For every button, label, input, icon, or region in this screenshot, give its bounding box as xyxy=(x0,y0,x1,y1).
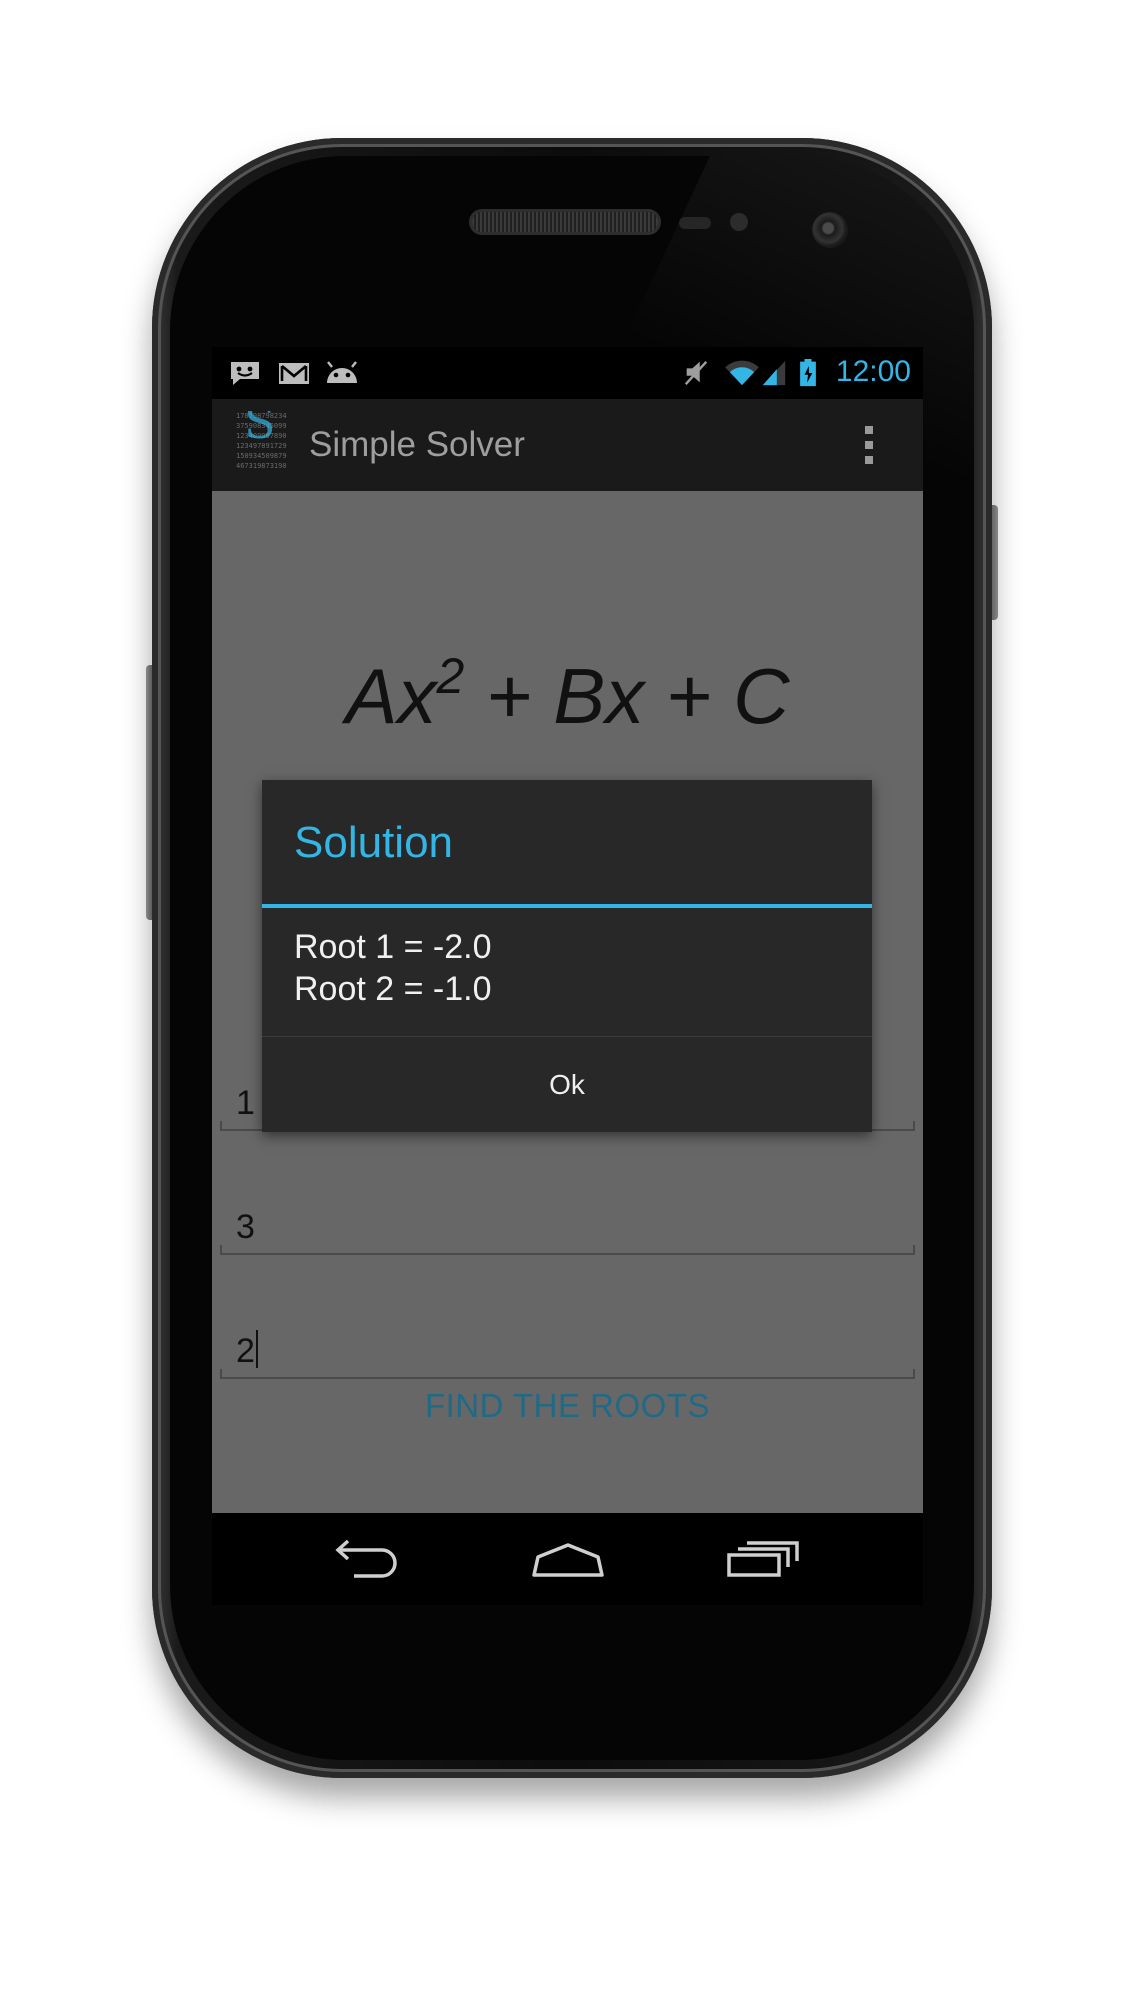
coefficient-a-value: 1 xyxy=(236,1084,255,1122)
text-cursor xyxy=(255,1330,258,1368)
recent-apps-icon[interactable] xyxy=(724,1537,804,1583)
proximity-sensor xyxy=(679,217,711,229)
equation-term-a: Ax xyxy=(345,652,437,740)
dialog-message: Root 1 = -2.0 Root 2 = -1.0 xyxy=(294,926,492,1010)
earpiece-speaker xyxy=(472,212,658,232)
overflow-menu-icon[interactable] xyxy=(865,426,875,468)
coefficient-c-field[interactable]: 2 xyxy=(220,1317,915,1379)
status-clock: 12:00 xyxy=(835,355,911,388)
home-icon[interactable] xyxy=(528,1537,608,1583)
root-2-text: Root 2 = -1.0 xyxy=(294,970,492,1008)
equation-exponent: 2 xyxy=(436,648,465,704)
equation-display: Ax2 + Bx + C xyxy=(212,647,923,742)
back-icon[interactable] xyxy=(330,1537,410,1583)
action-bar: 178798798234 375908345099 123409097890 1… xyxy=(212,399,923,491)
mute-icon xyxy=(684,360,708,386)
logo-letter: S xyxy=(244,411,276,449)
front-camera xyxy=(812,212,848,248)
find-roots-button[interactable]: FIND THE ROOTS xyxy=(212,1387,923,1425)
coefficient-b-value: 3 xyxy=(236,1208,255,1246)
app-title: Simple Solver xyxy=(309,425,525,464)
coefficient-b-field[interactable]: 3 xyxy=(220,1193,915,1255)
wifi-icon xyxy=(725,360,759,386)
app-logo: 178798798234 375908345099 123409097890 1… xyxy=(236,411,302,477)
status-bar: 12:00 xyxy=(212,347,923,399)
talk-icon xyxy=(231,362,259,385)
coefficient-c-text: 2 xyxy=(236,1332,255,1370)
light-sensor xyxy=(730,213,748,231)
gmail-icon xyxy=(279,363,309,384)
signal-icon xyxy=(762,360,786,386)
solution-dialog: Solution Root 1 = -2.0 Root 2 = -1.0 Ok xyxy=(262,780,872,1132)
dialog-title: Solution xyxy=(294,818,454,867)
dialog-title-divider xyxy=(262,904,872,908)
android-icon xyxy=(327,361,357,383)
logo-digits-row: 467319873190 xyxy=(236,462,287,470)
logo-digits-row: 150934509879 xyxy=(236,452,287,460)
navigation-bar xyxy=(212,1513,923,1605)
coefficient-c-value: 2 xyxy=(236,1330,258,1371)
battery-charging-icon xyxy=(800,359,816,387)
root-1-text: Root 1 = -2.0 xyxy=(294,928,492,966)
ok-button[interactable]: Ok xyxy=(262,1037,872,1132)
equation-terms-bc: + Bx + C xyxy=(464,652,790,740)
device-screen: 12:00 178798798234 375908345099 12340909… xyxy=(212,347,923,1605)
